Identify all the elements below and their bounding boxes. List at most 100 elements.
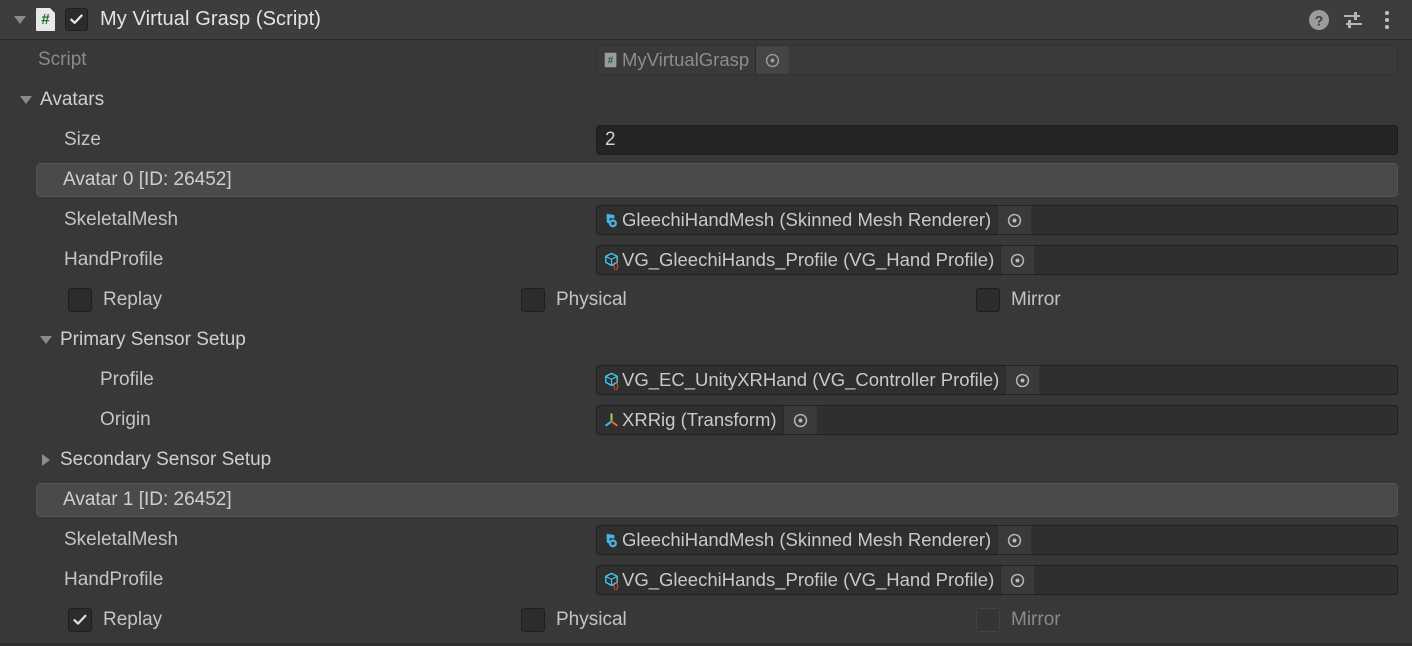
avatar-0-primary-profile-row: Profile {} VG_EC_UnityXRHand (VG_Control… — [0, 360, 1412, 400]
avatar-0-skeletalmesh-object-picker[interactable] — [997, 206, 1032, 234]
avatar-0-skeletalmesh-value-column: GleechiHandMesh (Skinned Mesh Renderer) — [596, 205, 1398, 235]
avatar-1-physical-toggle[interactable]: Physical — [521, 608, 627, 632]
component-title: My Virtual Grasp (Script) — [100, 8, 322, 30]
preset-sliders-icon[interactable] — [1338, 5, 1368, 35]
avatar-0-skeletalmesh-label: SkeletalMesh — [64, 209, 179, 230]
inspector-body: Script # MyVirtualGrasp Avatars Size 2 A… — [0, 40, 1412, 640]
avatar-0-label: Avatar 0 [ID: 26452] — [63, 169, 232, 190]
avatar-0-secondary-sensor-foldout[interactable]: Secondary Sensor Setup — [0, 449, 271, 471]
component-header[interactable]: # My Virtual Grasp (Script) ? — [0, 0, 1412, 40]
scriptable-object-icon: {} — [600, 249, 622, 271]
script-value-column: # MyVirtualGrasp — [596, 45, 1398, 75]
avatar-0-physical-toggle[interactable]: Physical — [521, 288, 627, 312]
skinned-mesh-renderer-icon — [600, 529, 622, 551]
avatar-0-primary-origin-object-picker[interactable] — [782, 406, 817, 434]
csharp-script-icon: # — [36, 8, 55, 31]
checkbox[interactable] — [68, 288, 92, 312]
avatar-1-mirror-toggle: Mirror — [976, 608, 1061, 632]
csharp-script-icon-glyph: # — [41, 11, 50, 28]
checkbox[interactable] — [521, 288, 545, 312]
help-icon[interactable]: ? — [1304, 5, 1334, 35]
avatar-0-mirror-toggle[interactable]: Mirror — [976, 288, 1061, 312]
avatar-0-secondary-sensor-foldout-toggle[interactable] — [38, 452, 54, 468]
csharp-script-icon: # — [600, 49, 622, 71]
avatar-1-skeletalmesh-value-column: GleechiHandMesh (Skinned Mesh Renderer) — [596, 525, 1398, 555]
avatar-0-primary-profile-object-field[interactable]: {} VG_EC_UnityXRHand (VG_Controller Prof… — [596, 365, 1398, 395]
avatar-0-secondary-sensor-foldout-row[interactable]: Secondary Sensor Setup — [0, 440, 1412, 480]
avatar-1-label: Avatar 1 [ID: 26452] — [63, 489, 232, 510]
svg-text:{}: {} — [612, 380, 618, 389]
avatar-1-band[interactable]: Avatar 1 [ID: 26452] — [36, 483, 1398, 517]
avatar-1-skeletalmesh-object-field[interactable]: GleechiHandMesh (Skinned Mesh Renderer) — [596, 525, 1398, 555]
script-row: Script # MyVirtualGrasp — [0, 40, 1412, 80]
avatar-0-skeletalmesh-object-field[interactable]: GleechiHandMesh (Skinned Mesh Renderer) — [596, 205, 1398, 235]
avatar-0-secondary-sensor-label: Secondary Sensor Setup — [60, 449, 272, 470]
kebab-menu-icon[interactable] — [1372, 5, 1402, 35]
checkmark-icon — [70, 14, 83, 24]
svg-text:#: # — [608, 56, 614, 67]
avatar-0-replay-label: Replay — [103, 289, 163, 310]
avatar-0-handprofile-value: VG_GleechiHands_Profile (VG_Hand Profile… — [622, 249, 995, 270]
avatar-0-skeletalmesh-value: GleechiHandMesh (Skinned Mesh Renderer) — [622, 209, 992, 230]
avatars-size-row: Size 2 — [0, 120, 1412, 160]
avatar-1-mirror-label: Mirror — [1011, 609, 1061, 630]
avatar-0-primary-sensor-foldout[interactable]: Primary Sensor Setup — [0, 329, 246, 351]
script-object-field[interactable]: # MyVirtualGrasp — [596, 45, 1398, 75]
avatar-1-skeletalmesh-label: SkeletalMesh — [64, 529, 179, 550]
script-label: Script — [38, 49, 87, 70]
component-foldout-toggle[interactable] — [12, 12, 28, 28]
avatar-0-primary-origin-label: Origin — [100, 409, 151, 430]
avatar-1-handprofile-value-column: {} VG_GleechiHands_Profile (VG_Hand Prof… — [596, 565, 1398, 595]
avatar-0-band-row[interactable]: Avatar 0 [ID: 26452] — [0, 160, 1412, 200]
skinned-mesh-renderer-icon — [600, 209, 622, 231]
transform-gizmo-icon — [600, 409, 622, 431]
avatar-0-primary-profile-object-picker[interactable] — [1005, 366, 1040, 394]
avatar-1-handprofile-object-picker[interactable] — [1000, 566, 1035, 594]
component-enabled-checkbox[interactable] — [65, 8, 88, 31]
triangle-down-icon — [20, 96, 32, 104]
avatar-1-skeletalmesh-object-picker[interactable] — [997, 526, 1032, 554]
avatar-0-primary-sensor-label: Primary Sensor Setup — [60, 329, 246, 350]
avatar-0-toggle-row: Replay Physical Mirror — [0, 280, 1412, 320]
avatar-0-handprofile-row: HandProfile {} VG_GleechiHands_Profile (… — [0, 240, 1412, 280]
avatar-1-physical-label: Physical — [556, 609, 627, 630]
avatar-1-replay-toggle[interactable]: Replay — [68, 608, 162, 632]
avatar-0-band[interactable]: Avatar 0 [ID: 26452] — [36, 163, 1398, 197]
avatar-0-primary-sensor-foldout-toggle[interactable] — [38, 332, 54, 348]
avatar-1-skeletalmesh-row: SkeletalMesh GleechiHandMesh (Skinned Me… — [0, 520, 1412, 560]
avatar-1-skeletalmesh-value: GleechiHandMesh (Skinned Mesh Renderer) — [622, 529, 992, 550]
size-label: Size — [64, 129, 101, 150]
avatar-1-toggle-row: Replay Physical Mirror — [0, 600, 1412, 640]
checkmark-icon — [73, 614, 87, 625]
avatar-0-handprofile-object-picker[interactable] — [1000, 246, 1035, 274]
avatar-0-mirror-label: Mirror — [1011, 289, 1061, 310]
script-value: MyVirtualGrasp — [622, 49, 750, 70]
avatar-0-primary-profile-value: VG_EC_UnityXRHand (VG_Controller Profile… — [622, 369, 1000, 390]
avatar-0-primary-origin-value-column: XRRig (Transform) — [596, 405, 1398, 435]
avatars-foldout[interactable]: Avatars — [0, 89, 104, 111]
svg-text:?: ? — [1315, 12, 1324, 28]
svg-text:{}: {} — [612, 580, 618, 589]
triangle-down-icon — [40, 336, 52, 344]
checkbox[interactable] — [68, 608, 92, 632]
checkbox[interactable] — [521, 608, 545, 632]
avatars-foldout-toggle[interactable] — [18, 92, 34, 108]
avatar-0-replay-toggle[interactable]: Replay — [68, 288, 162, 312]
avatar-0-primary-origin-object-field[interactable]: XRRig (Transform) — [596, 405, 1398, 435]
avatar-1-handprofile-value: VG_GleechiHands_Profile (VG_Hand Profile… — [622, 569, 995, 590]
avatars-foldout-row[interactable]: Avatars — [0, 80, 1412, 120]
avatar-0-handprofile-object-field[interactable]: {} VG_GleechiHands_Profile (VG_Hand Prof… — [596, 245, 1398, 275]
avatar-0-handprofile-value-column: {} VG_GleechiHands_Profile (VG_Hand Prof… — [596, 245, 1398, 275]
checkbox[interactable] — [976, 288, 1000, 312]
avatar-0-primary-sensor-foldout-row[interactable]: Primary Sensor Setup — [0, 320, 1412, 360]
avatar-0-handprofile-label: HandProfile — [64, 249, 164, 270]
avatar-0-physical-label: Physical — [556, 289, 627, 310]
size-input[interactable]: 2 — [596, 125, 1398, 155]
avatars-label: Avatars — [40, 89, 105, 110]
size-value-column: 2 — [596, 125, 1398, 155]
script-object-picker[interactable] — [755, 46, 790, 74]
avatar-1-handprofile-row: HandProfile {} VG_GleechiHands_Profile (… — [0, 560, 1412, 600]
avatar-1-handprofile-object-field[interactable]: {} VG_GleechiHands_Profile (VG_Hand Prof… — [596, 565, 1398, 595]
svg-text:{}: {} — [612, 260, 618, 269]
avatar-1-band-row[interactable]: Avatar 1 [ID: 26452] — [0, 480, 1412, 520]
